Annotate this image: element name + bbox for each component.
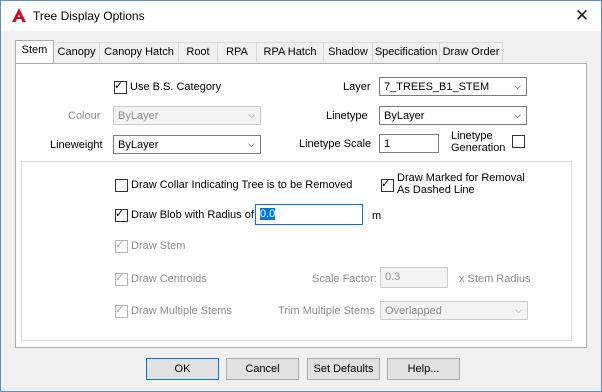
colour-dropdown[interactable]: ByLayer ⌵ xyxy=(113,106,261,125)
draw-multiple-stems-checkbox[interactable]: ✓ xyxy=(115,304,128,318)
draw-blob-checkbox[interactable]: ✓ xyxy=(115,208,128,222)
draw-collar-label: Draw Collar Indicating Tree is to be Rem… xyxy=(131,179,353,191)
chevron-down-icon: ⌵ xyxy=(514,110,521,120)
blob-radius-unit: m xyxy=(372,210,382,222)
check-icon: ✓ xyxy=(115,304,125,316)
scale-factor-input[interactable]: 0.3 xyxy=(380,267,448,288)
linetype-scale-input[interactable]: 1 xyxy=(379,134,439,153)
trim-multiple-stems-dropdown[interactable]: Overlapped ⌵ xyxy=(380,301,528,320)
draw-collar-checkbox[interactable] xyxy=(115,179,128,192)
tab-specification[interactable]: Specification xyxy=(372,42,440,62)
blob-radius-input[interactable]: 0.0 xyxy=(255,204,363,225)
scale-factor-suffix: x Stem Radius xyxy=(459,273,531,285)
blob-radius-value: 0.0 xyxy=(260,208,276,220)
draw-blob-label: Draw Blob with Radius of xyxy=(131,209,254,221)
linetype-generation-label: Linetype Generation xyxy=(451,130,505,154)
cancel-button[interactable]: Cancel xyxy=(226,358,299,380)
autocad-logo-icon xyxy=(12,8,26,22)
linetype-generation-checkbox[interactable] xyxy=(512,135,525,148)
draw-multiple-stems-label: Draw Multiple Stems xyxy=(131,305,232,317)
chevron-down-icon: ⌵ xyxy=(248,139,255,149)
lineweight-label: Lineweight xyxy=(50,139,103,151)
tab-stem[interactable]: Stem xyxy=(15,40,54,63)
stem-tab-panel: ✓ Use B.S. Category Colour ByLayer ⌵ Lin… xyxy=(15,63,587,348)
draw-marked-checkbox[interactable]: ✓ xyxy=(381,178,394,192)
lineweight-value: ByLayer xyxy=(118,139,159,151)
trim-multiple-stems-value: Overlapped xyxy=(385,305,442,317)
chevron-down-icon: ⌵ xyxy=(514,81,521,91)
check-icon: ✓ xyxy=(115,239,125,251)
linetype-value: ByLayer xyxy=(384,110,425,122)
chevron-down-icon: ⌵ xyxy=(515,305,522,315)
draw-marked-label: Draw Marked for Removal As Dashed Line xyxy=(397,172,525,196)
check-icon: ✓ xyxy=(114,80,124,92)
colour-value: ByLayer xyxy=(118,110,159,122)
ok-button[interactable]: OK xyxy=(146,358,219,380)
layer-dropdown[interactable]: 7_TREES_B1_STEM ⌵ xyxy=(379,77,527,96)
scale-factor-label: Scale Factor: xyxy=(312,273,377,285)
layer-label: Layer xyxy=(343,81,371,93)
use-bs-category-checkbox[interactable]: ✓ xyxy=(114,80,127,94)
use-bs-category-label: Use B.S. Category xyxy=(130,81,222,93)
tab-shadow[interactable]: Shadow xyxy=(323,42,373,62)
check-icon: ✓ xyxy=(115,208,125,220)
set-defaults-button[interactable]: Set Defaults xyxy=(307,358,380,380)
tab-draw-order[interactable]: Draw Order xyxy=(439,42,503,62)
tab-canopy-hatch[interactable]: Canopy Hatch xyxy=(99,42,179,62)
draw-options-group: Draw Collar Indicating Tree is to be Rem… xyxy=(21,161,572,341)
tree-display-options-dialog: Tree Display Options ✕ Stem Canopy Canop… xyxy=(0,0,602,392)
help-button[interactable]: Help... xyxy=(387,358,460,380)
draw-marked-label-line2: As Dashed Line xyxy=(397,184,475,196)
draw-centroids-label: Draw Centroids xyxy=(131,273,207,285)
draw-marked-label-line1: Draw Marked for Removal xyxy=(397,172,525,184)
colour-label: Colour xyxy=(68,110,101,122)
linetype-label: Linetype xyxy=(326,110,368,122)
check-icon: ✓ xyxy=(115,272,125,284)
tab-canopy[interactable]: Canopy xyxy=(53,42,100,62)
title-bar: Tree Display Options ✕ xyxy=(1,1,601,31)
linetype-generation-label-line2: Generation xyxy=(451,142,506,154)
layer-value: 7_TREES_B1_STEM xyxy=(384,81,490,93)
tab-rpa[interactable]: RPA xyxy=(217,42,257,62)
lineweight-dropdown[interactable]: ByLayer ⌵ xyxy=(113,135,261,154)
tab-rpa-hatch[interactable]: RPA Hatch xyxy=(256,42,324,62)
draw-stem-label: Draw Stem xyxy=(131,240,186,252)
trim-multiple-stems-label: Trim Multiple Stems xyxy=(278,305,375,317)
window-title: Tree Display Options xyxy=(33,9,145,23)
chevron-down-icon: ⌵ xyxy=(248,110,255,120)
check-icon: ✓ xyxy=(381,178,391,190)
linetype-scale-label: Linetype Scale xyxy=(299,138,372,150)
linetype-generation-label-line1: Linetype xyxy=(451,130,493,142)
draw-centroids-checkbox[interactable]: ✓ xyxy=(115,272,128,286)
tab-root[interactable]: Root xyxy=(178,42,218,62)
linetype-dropdown[interactable]: ByLayer ⌵ xyxy=(379,106,527,125)
close-icon[interactable]: ✕ xyxy=(571,5,593,27)
draw-stem-checkbox[interactable]: ✓ xyxy=(115,239,128,253)
